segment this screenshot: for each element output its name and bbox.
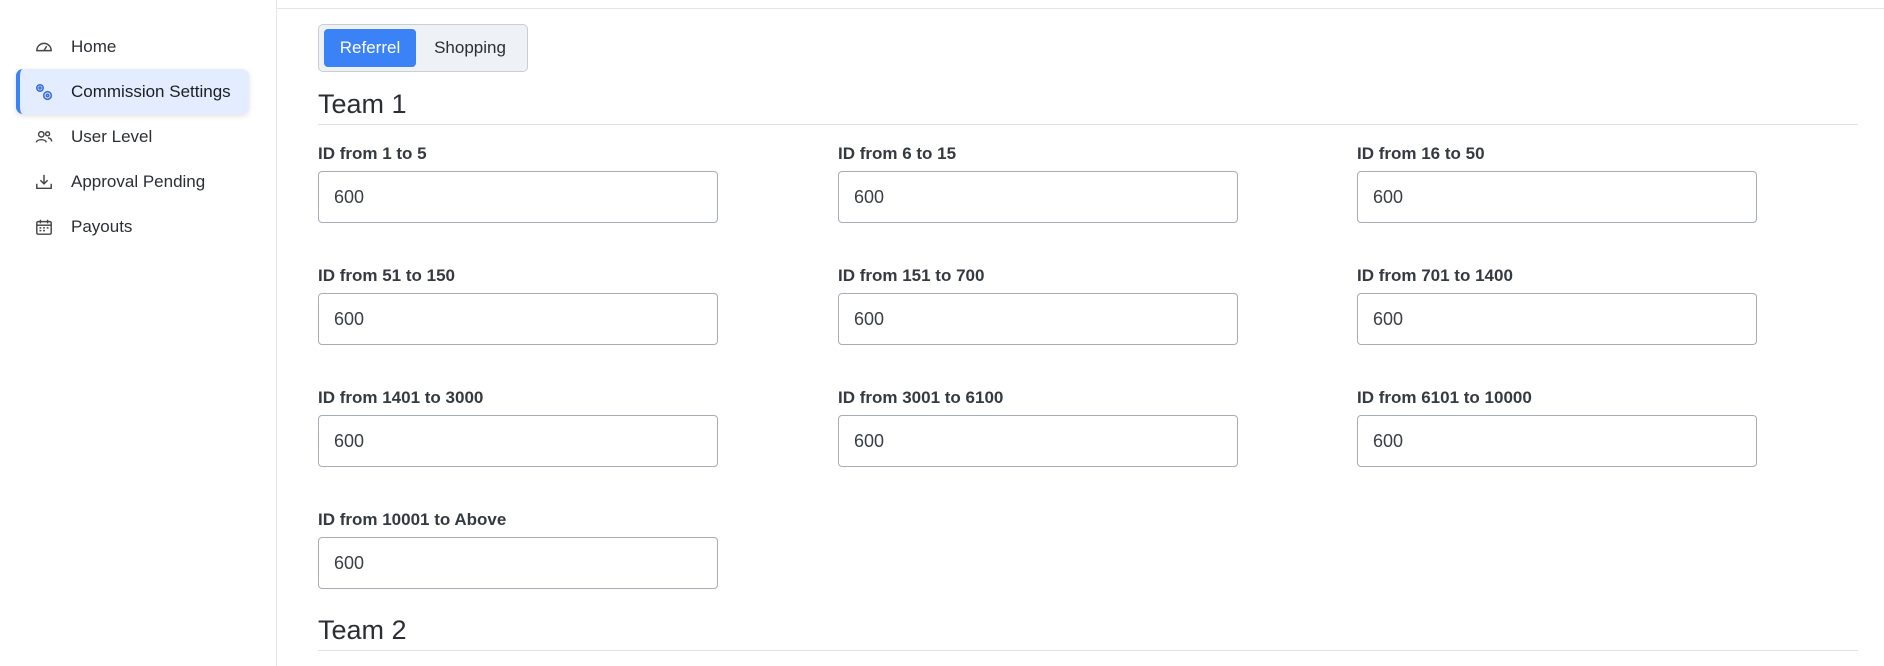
field-label: ID from 6 to 15 bbox=[838, 144, 957, 163]
field-label: ID from 6101 to 10000 bbox=[1357, 388, 1532, 407]
dashboard-gauge-icon bbox=[34, 37, 54, 57]
commission-input-id-10001-to-above[interactable] bbox=[318, 537, 718, 589]
field-label: ID from 1401 to 3000 bbox=[318, 388, 484, 407]
field-label: ID from 3001 to 6100 bbox=[838, 388, 1004, 407]
commission-input-id-1-to-5[interactable] bbox=[318, 171, 718, 223]
shopping-tab-button[interactable]: Shopping bbox=[418, 29, 522, 67]
sidebar-item-label: Payouts bbox=[71, 216, 133, 236]
sidebar-item-commission-settings[interactable]: Commission Settings bbox=[16, 69, 249, 114]
sidebar-item-payouts[interactable]: Payouts bbox=[16, 204, 249, 249]
sidebar-item-label: Approval Pending bbox=[71, 171, 206, 191]
sidebar-item-label: Commission Settings bbox=[71, 81, 231, 101]
commission-input-id-6101-to-10000[interactable] bbox=[1357, 415, 1757, 467]
field-label: ID from 151 to 700 bbox=[838, 266, 985, 285]
sidebar-item-home[interactable]: Home bbox=[16, 24, 249, 69]
commission-input-id-1401-to-3000[interactable] bbox=[318, 415, 718, 467]
field-label: ID from 16 to 50 bbox=[1357, 144, 1485, 163]
sidebar-item-approval-pending[interactable]: Approval Pending bbox=[16, 159, 249, 204]
field-label: ID from 10001 to Above bbox=[318, 510, 507, 529]
users-icon bbox=[34, 127, 54, 147]
referrel-tab-button[interactable]: Referrel bbox=[324, 29, 416, 67]
commission-input-id-51-to-150[interactable] bbox=[318, 293, 718, 345]
field-label: ID from 1 to 5 bbox=[318, 144, 427, 163]
gears-icon bbox=[34, 82, 54, 102]
team-1-title: Team 1 bbox=[318, 89, 407, 119]
team-2-title: Team 2 bbox=[318, 615, 407, 645]
sidebar-item-user-level[interactable]: User Level bbox=[16, 114, 249, 159]
header-divider bbox=[277, 8, 1884, 9]
team-1-divider bbox=[318, 124, 1858, 125]
sidebar: Home Commission Settings User Level Appr… bbox=[0, 0, 277, 666]
field-label: ID from 51 to 150 bbox=[318, 266, 455, 285]
calendar-icon bbox=[34, 217, 54, 237]
field-label: ID from 701 to 1400 bbox=[1357, 266, 1513, 285]
commission-input-id-701-to-1400[interactable] bbox=[1357, 293, 1757, 345]
team-2-divider bbox=[318, 650, 1858, 651]
download-tray-icon bbox=[34, 172, 54, 192]
commission-input-id-151-to-700[interactable] bbox=[838, 293, 1238, 345]
sidebar-item-label: User Level bbox=[71, 126, 153, 146]
commission-input-id-3001-to-6100[interactable] bbox=[838, 415, 1238, 467]
sidebar-item-label: Home bbox=[71, 36, 117, 56]
commission-type-toggle: Referrel Shopping bbox=[318, 24, 528, 72]
commission-input-id-6-to-15[interactable] bbox=[838, 171, 1238, 223]
commission-input-id-16-to-50[interactable] bbox=[1357, 171, 1757, 223]
